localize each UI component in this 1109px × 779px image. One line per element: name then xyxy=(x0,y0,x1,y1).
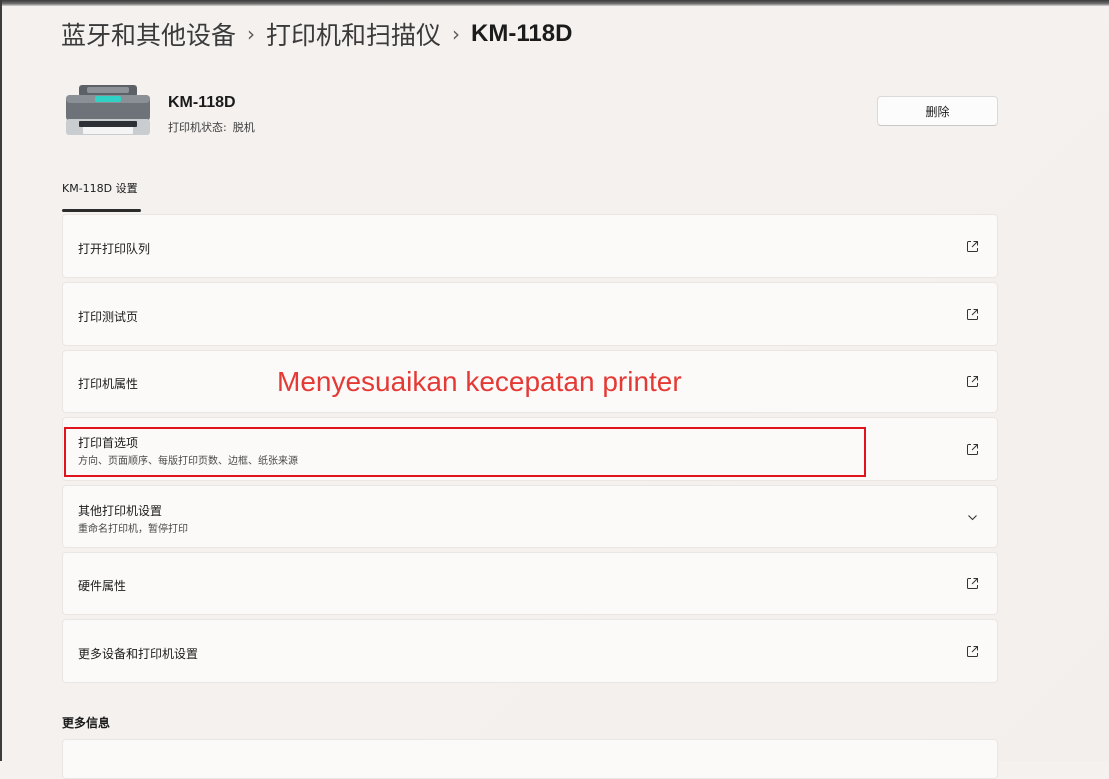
breadcrumb-separator: › xyxy=(452,22,461,46)
item-label: 更多设备和打印机设置 xyxy=(78,647,199,661)
open-external-icon xyxy=(967,578,978,589)
open-external-icon xyxy=(967,241,978,252)
settings-tab[interactable]: KM-118D 设置 xyxy=(62,180,138,196)
item-label: 硬件属性 xyxy=(78,579,127,593)
more-info-heading: 更多信息 xyxy=(62,716,111,730)
breadcrumb-bluetooth-devices[interactable]: 蓝牙和其他设备 xyxy=(61,16,236,52)
open-external-icon xyxy=(967,309,978,320)
open-print-queue-item[interactable]: 打开打印队列 xyxy=(62,214,998,278)
breadcrumb-separator: › xyxy=(247,22,256,46)
printer-status-label: 打印机状态: xyxy=(168,121,227,134)
annotation-highlight-box xyxy=(64,427,866,477)
printer-icon xyxy=(66,85,150,135)
left-window-edge xyxy=(0,0,2,761)
tab-underline xyxy=(62,209,141,212)
hardware-properties-item[interactable]: 硬件属性 xyxy=(62,552,998,615)
device-name: KM-118D xyxy=(168,94,236,111)
printer-status-value: 脱机 xyxy=(232,121,255,134)
open-external-icon xyxy=(967,376,978,387)
annotation-text: Menyesuaikan kecepatan printer xyxy=(277,366,682,397)
item-label: 其他打印机设置 xyxy=(78,504,163,518)
print-test-page-item[interactable]: 打印测试页 xyxy=(62,282,998,346)
item-description: 重命名打印机，暂停打印 xyxy=(78,524,188,535)
device-status: 打印机状态: 脱机 xyxy=(168,119,261,135)
breadcrumb-printers-scanners[interactable]: 打印机和扫描仪 xyxy=(266,16,441,52)
breadcrumb-current-page: KM-118D xyxy=(471,20,573,47)
item-label: 打印机属性 xyxy=(78,377,139,391)
remove-device-button[interactable]: 删除 xyxy=(877,96,998,126)
open-external-icon xyxy=(967,444,978,455)
other-printer-settings-item[interactable]: 其他打印机设置 重命名打印机，暂停打印 xyxy=(62,485,998,548)
item-label: 打开打印队列 xyxy=(78,242,151,256)
more-devices-printers-settings-item[interactable]: 更多设备和打印机设置 xyxy=(62,619,998,683)
open-external-icon xyxy=(967,646,978,657)
top-window-edge xyxy=(0,0,1109,6)
item-label: 打印测试页 xyxy=(78,310,139,324)
more-info-card[interactable] xyxy=(62,739,998,779)
breadcrumb: 蓝牙和其他设备 › 打印机和扫描仪 › KM-118D xyxy=(61,14,572,54)
chevron-down-icon[interactable] xyxy=(966,511,979,524)
